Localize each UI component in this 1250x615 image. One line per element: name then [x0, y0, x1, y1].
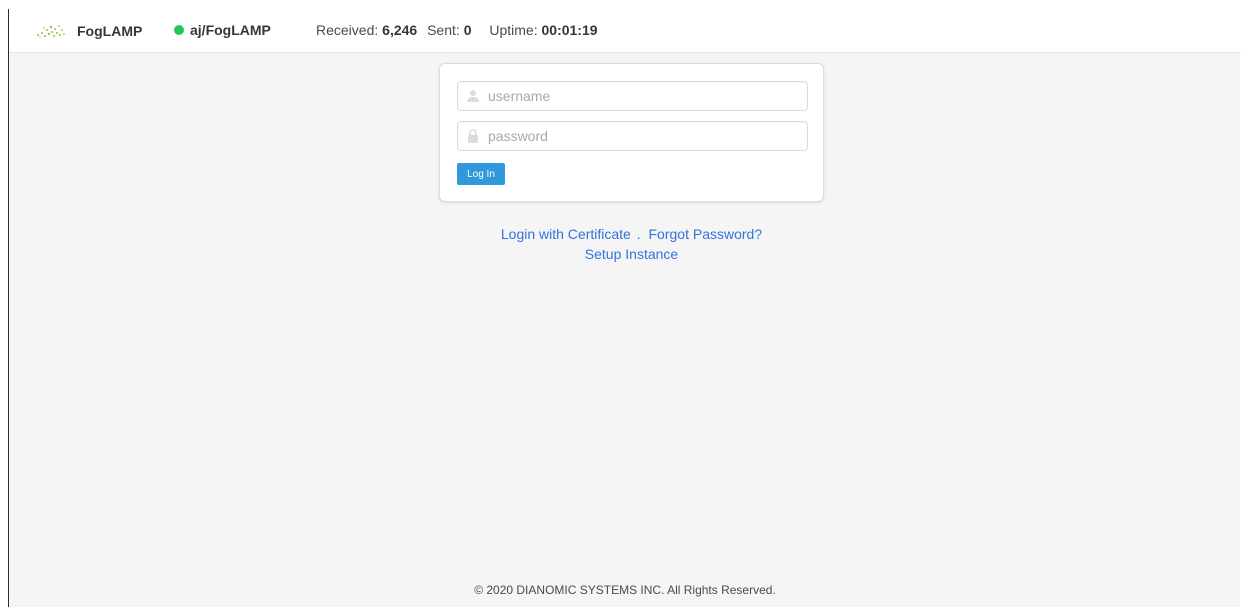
password-field[interactable]: [457, 121, 808, 151]
foglamp-logo-icon: [37, 25, 65, 38]
sent-label: Sent:: [427, 22, 460, 38]
sent-value: 0: [463, 22, 472, 38]
instance-name: aj/FogLAMP: [190, 22, 271, 38]
uptime-label: Uptime:: [489, 22, 538, 38]
user-icon: [467, 90, 479, 102]
instance-indicator[interactable]: aj/FogLAMP: [174, 22, 271, 38]
top-navbar: FogLAMP aj/FogLAMP Received: 6,246 Sent:…: [9, 9, 1241, 53]
auth-links: Login with Certificate . Forgot Password…: [439, 224, 824, 264]
setup-instance-link[interactable]: Setup Instance: [585, 246, 678, 262]
received-label: Received:: [316, 22, 379, 38]
app-window: FogLAMP aj/FogLAMP Received: 6,246 Sent:…: [8, 9, 1241, 607]
link-separator: .: [636, 226, 641, 242]
brand-name: FogLAMP: [77, 23, 143, 39]
password-input[interactable]: [488, 122, 798, 150]
uptime-value: 00:01:19: [541, 22, 598, 38]
login-button[interactable]: Log In: [457, 163, 505, 185]
stats-bar: Received: 6,246 Sent: 0 Uptime: 00:01:19: [316, 22, 598, 38]
forgot-password-link[interactable]: Forgot Password?: [649, 226, 763, 242]
brand[interactable]: FogLAMP: [35, 21, 142, 41]
status-dot-icon: [174, 25, 184, 35]
lock-icon: [468, 129, 478, 143]
received-value: 6,246: [382, 22, 418, 38]
username-input[interactable]: [488, 82, 798, 110]
username-field[interactable]: [457, 81, 808, 111]
certificate-login-link[interactable]: Login with Certificate: [501, 226, 631, 242]
login-form: Log In: [439, 63, 824, 202]
footer-copyright: © 2020 DIANOMIC SYSTEMS INC. All Rights …: [474, 583, 776, 597]
